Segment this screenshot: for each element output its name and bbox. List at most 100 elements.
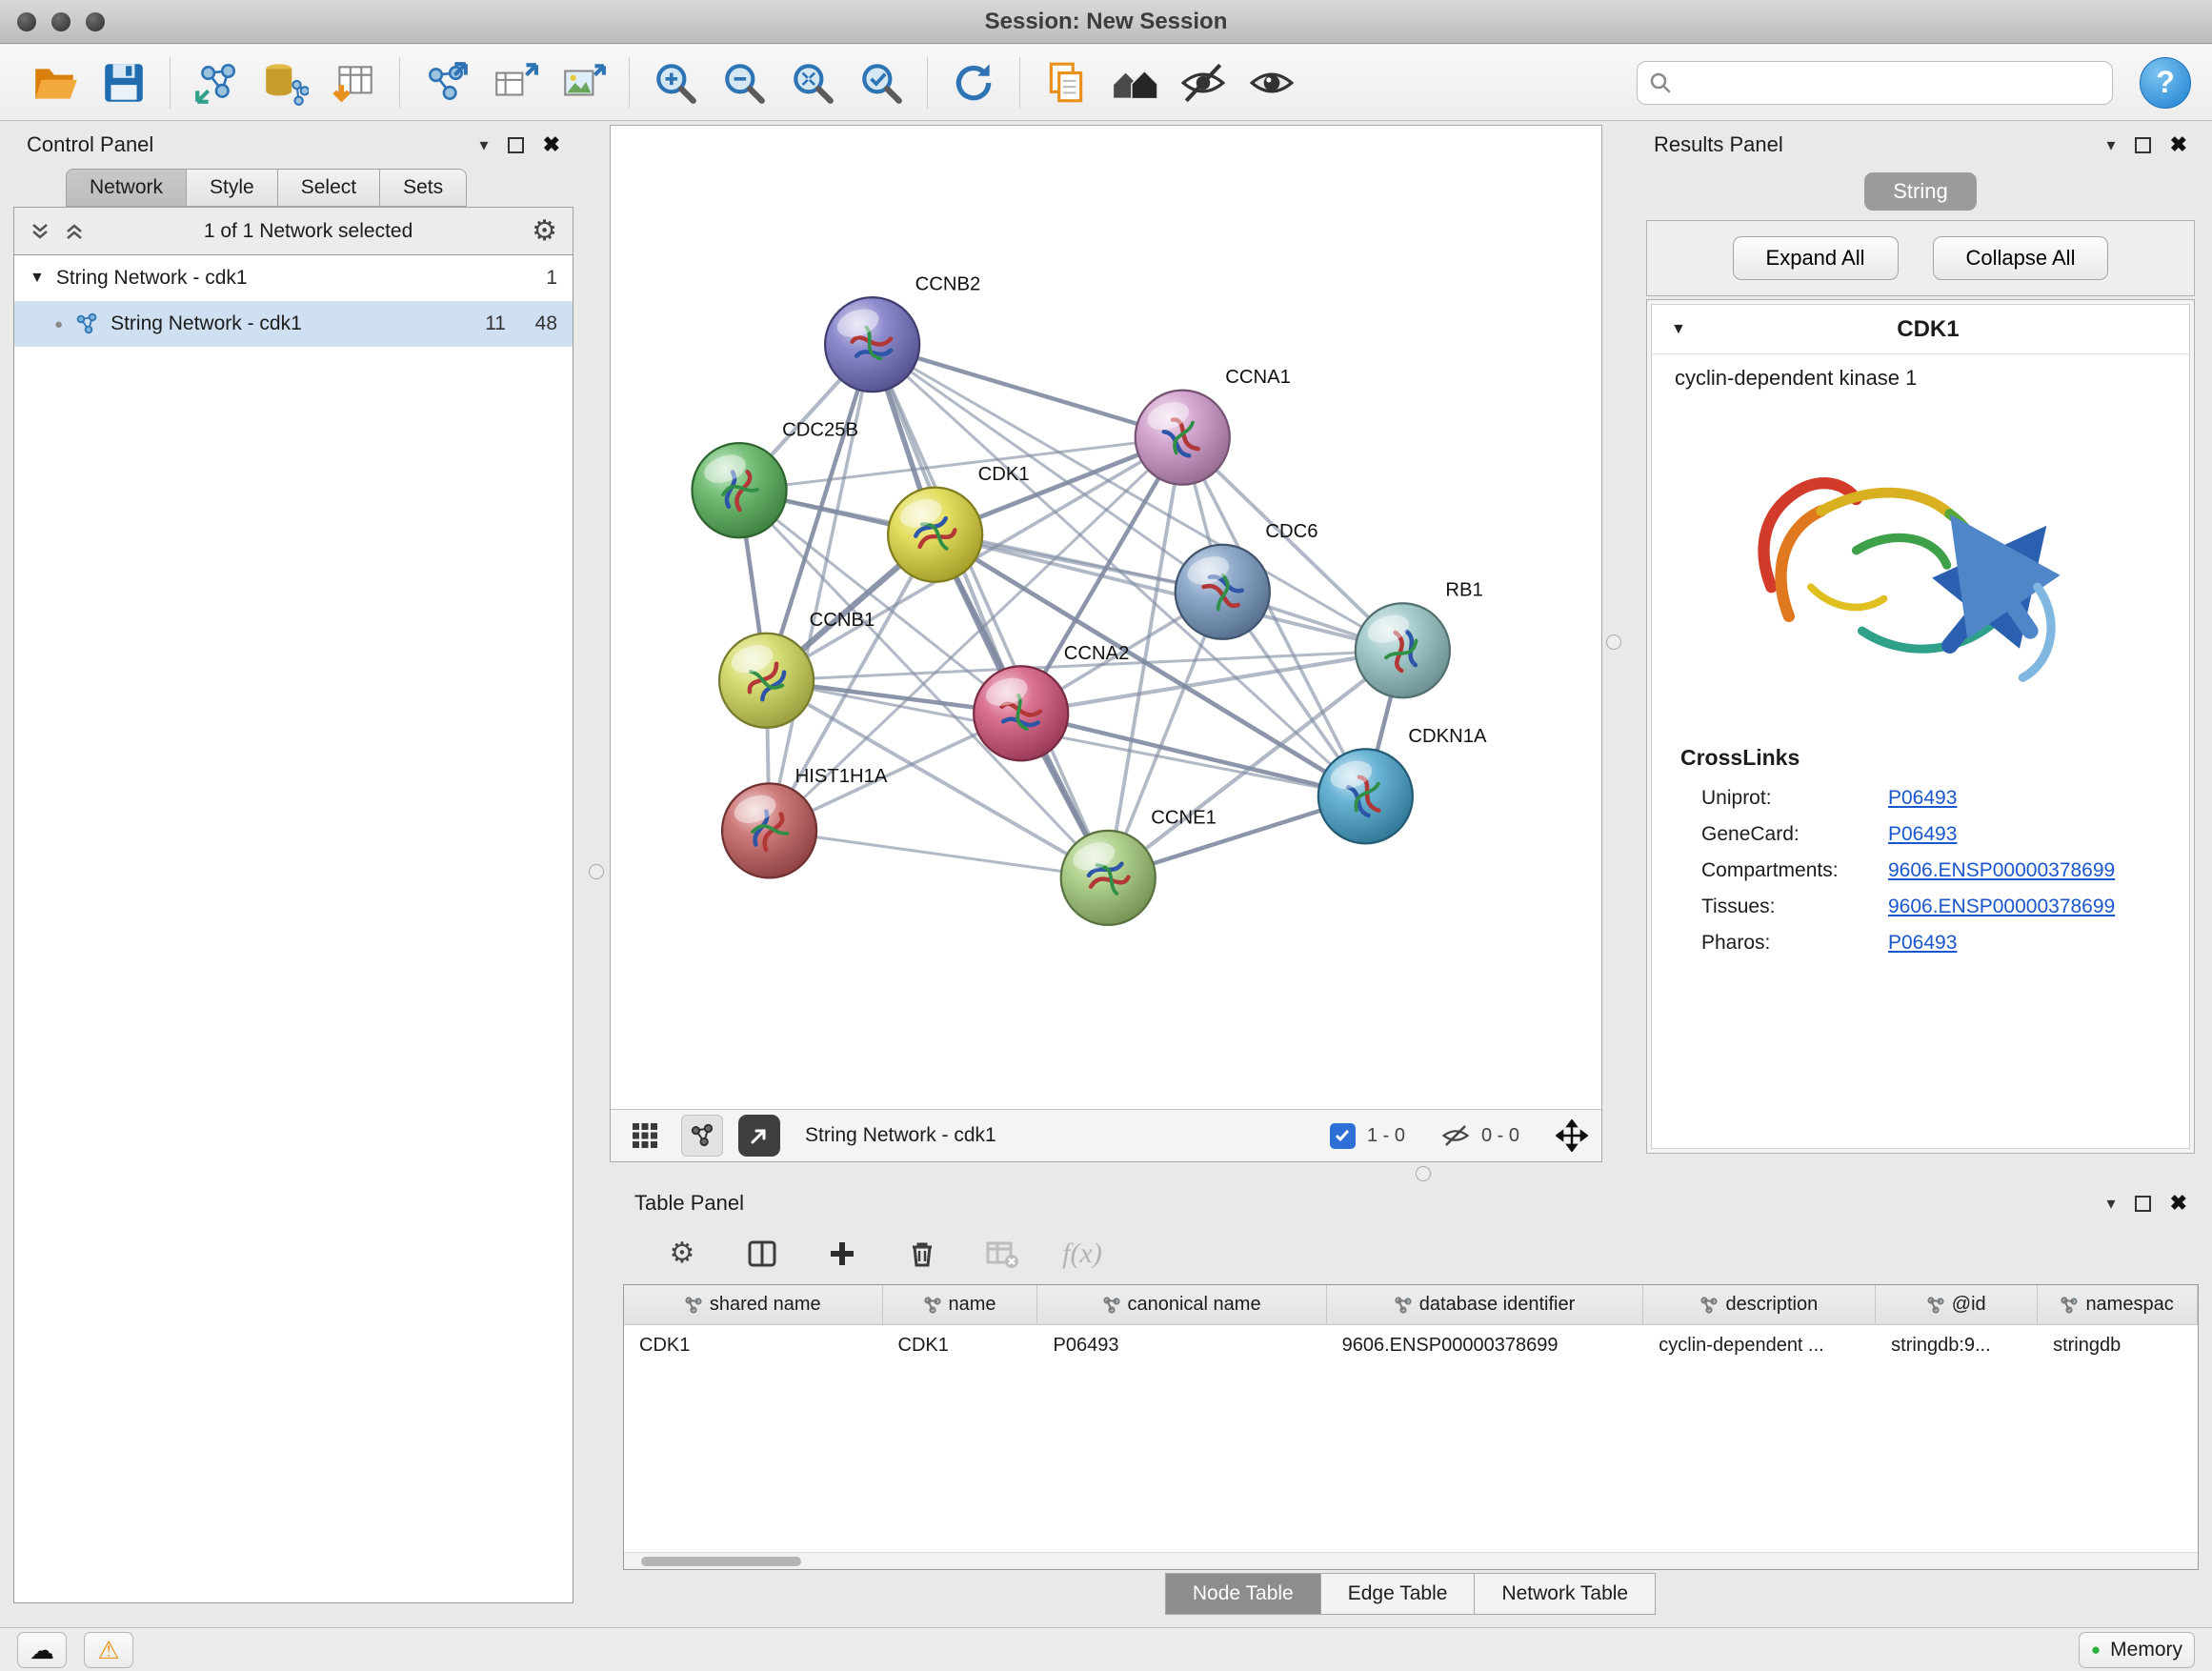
node-CCNA2[interactable] — [974, 666, 1068, 760]
table-cell[interactable]: 9606.ENSP00000378699 — [1327, 1325, 1644, 1365]
collapse-all-icon[interactable] — [30, 221, 50, 242]
column-header-5[interactable]: @id — [1876, 1285, 2038, 1324]
import-network-button[interactable] — [182, 51, 251, 114]
tab-network-table[interactable]: Network Table — [1474, 1573, 1656, 1615]
tab-sets[interactable]: Sets — [379, 169, 467, 207]
zoom-out-button[interactable] — [710, 51, 778, 114]
save-session-button[interactable] — [90, 51, 158, 114]
table-cell[interactable]: stringdb — [2038, 1325, 2198, 1365]
edge-CDK1-RB1[interactable] — [935, 534, 1403, 651]
column-header-4[interactable]: description — [1643, 1285, 1876, 1324]
search-input[interactable] — [1679, 71, 2101, 93]
edge-CCNB2-HIST1H1A[interactable] — [770, 345, 873, 831]
edge-CCNA2-CDKN1A[interactable] — [1021, 714, 1366, 796]
panel-float-icon[interactable] — [2135, 137, 2151, 153]
import-database-button[interactable] — [251, 51, 319, 114]
hide-selected-button[interactable] — [1169, 51, 1237, 114]
node-CDK1[interactable] — [888, 488, 982, 582]
export-table-button[interactable] — [480, 51, 549, 114]
memory-button[interactable]: ● Memory — [2079, 1632, 2195, 1668]
window-zoom-button[interactable] — [86, 12, 105, 31]
panel-close-icon[interactable]: ✖ — [2170, 134, 2187, 155]
node-CDKN1A[interactable] — [1318, 749, 1413, 843]
tab-select[interactable]: Select — [277, 169, 380, 207]
export-network-button[interactable] — [412, 51, 480, 114]
disclosure-triangle-icon[interactable]: ▼ — [30, 270, 45, 287]
network-canvas[interactable]: CCNB2CCNA1CDC25BCDK1CDC6RB1CCNB1CCNA2CDK… — [611, 126, 1601, 1109]
node-CCNB2[interactable] — [825, 297, 919, 392]
network-row[interactable]: ● String Network - cdk1 11 48 — [14, 301, 573, 347]
pan-move-icon[interactable] — [1556, 1119, 1588, 1152]
detach-view-button[interactable] — [738, 1115, 780, 1157]
crosslink-link[interactable]: P06493 — [1888, 787, 1957, 810]
horizontal-splitter-handle[interactable] — [1416, 1166, 1431, 1181]
crosslink-link[interactable]: 9606.ENSP00000378699 — [1888, 896, 2115, 918]
table-cell[interactable]: CDK1 — [883, 1325, 1038, 1365]
delete-table-button[interactable] — [981, 1233, 1023, 1275]
collapse-all-button[interactable]: Collapse All — [1933, 236, 2109, 280]
left-splitter-handle[interactable] — [589, 864, 604, 879]
network-graph[interactable]: CCNB2CCNA1CDC25BCDK1CDC6RB1CCNB1CCNA2CDK… — [611, 126, 1601, 1109]
panel-float-icon[interactable] — [2135, 1196, 2151, 1212]
crosslink-link[interactable]: P06493 — [1888, 932, 1957, 955]
column-header-0[interactable]: shared name — [624, 1285, 883, 1324]
crosslink-link[interactable]: 9606.ENSP00000378699 — [1888, 859, 2115, 882]
selected-checkbox-icon[interactable] — [1330, 1123, 1356, 1149]
show-all-button[interactable] — [1237, 51, 1306, 114]
tab-string[interactable]: String — [1864, 172, 1976, 211]
panel-menu-icon[interactable]: ▾ — [2107, 135, 2116, 155]
column-header-2[interactable]: canonical name — [1037, 1285, 1326, 1324]
tab-edge-table[interactable]: Edge Table — [1320, 1573, 1476, 1615]
expand-all-button[interactable]: Expand All — [1733, 236, 1899, 280]
network-overview-button[interactable] — [681, 1115, 723, 1157]
panel-menu-icon[interactable]: ▾ — [2107, 1194, 2116, 1214]
edge-CCNB2-CCNE1[interactable] — [873, 345, 1109, 878]
gene-header-row[interactable]: ▼ CDK1 — [1652, 305, 2189, 354]
open-session-button[interactable] — [21, 51, 90, 114]
birds-eye-view-button[interactable] — [624, 1115, 666, 1157]
zoom-fit-button[interactable] — [778, 51, 847, 114]
window-minimize-button[interactable] — [51, 12, 70, 31]
apply-layout-button[interactable] — [939, 51, 1008, 114]
vertical-splitter-handle[interactable] — [1606, 634, 1621, 650]
tab-style[interactable]: Style — [186, 169, 278, 207]
zoom-selected-button[interactable] — [847, 51, 915, 114]
node-CCNA1[interactable] — [1136, 391, 1230, 485]
table-cell[interactable]: P06493 — [1038, 1325, 1327, 1365]
panel-float-icon[interactable] — [508, 137, 524, 153]
node-CDC6[interactable] — [1176, 545, 1270, 639]
column-header-1[interactable]: name — [883, 1285, 1038, 1324]
select-columns-button[interactable] — [741, 1233, 783, 1275]
table-cell[interactable]: cyclin-dependent ... — [1643, 1325, 1876, 1365]
warnings-button[interactable]: ⚠ — [84, 1632, 133, 1668]
column-header-6[interactable]: namespac — [2038, 1285, 2198, 1324]
gear-icon[interactable]: ⚙ — [532, 217, 557, 246]
table-settings-button[interactable]: ⚙ — [661, 1233, 703, 1275]
help-button[interactable]: ? — [2140, 57, 2191, 109]
node-CDC25B[interactable] — [693, 443, 787, 537]
node-CCNE1[interactable] — [1061, 831, 1156, 925]
table-horizontal-scrollbar[interactable] — [624, 1552, 2198, 1569]
disclosure-triangle-icon[interactable]: ▼ — [1671, 321, 1686, 338]
expand-all-icon[interactable] — [64, 221, 85, 242]
group-nodes-button[interactable] — [1100, 51, 1169, 114]
node-CCNB1[interactable] — [719, 634, 814, 728]
tab-node-table[interactable]: Node Table — [1165, 1573, 1321, 1615]
table-row[interactable]: CDK1CDK1P064939606.ENSP00000378699cyclin… — [624, 1325, 2198, 1365]
add-column-button[interactable] — [821, 1233, 863, 1275]
import-table-button[interactable] — [319, 51, 388, 114]
panel-close-icon[interactable]: ✖ — [543, 134, 560, 155]
panel-close-icon[interactable]: ✖ — [2170, 1193, 2187, 1214]
table-cell[interactable]: CDK1 — [624, 1325, 883, 1365]
export-image-button[interactable] — [549, 51, 617, 114]
zoom-in-button[interactable] — [641, 51, 710, 114]
tab-network[interactable]: Network — [66, 169, 187, 207]
function-builder-button[interactable]: f(x) — [1061, 1233, 1103, 1275]
crosslink-link[interactable]: P06493 — [1888, 823, 1957, 846]
edge-CCNB2-CCNA1[interactable] — [873, 345, 1183, 438]
table-cell[interactable]: stringdb:9... — [1876, 1325, 2038, 1365]
network-collection-row[interactable]: ▼ String Network - cdk1 1 — [14, 255, 573, 301]
scrollbar-thumb[interactable] — [641, 1557, 801, 1566]
edge-CCNE1-HIST1H1A[interactable] — [770, 831, 1109, 878]
delete-column-button[interactable] — [901, 1233, 943, 1275]
